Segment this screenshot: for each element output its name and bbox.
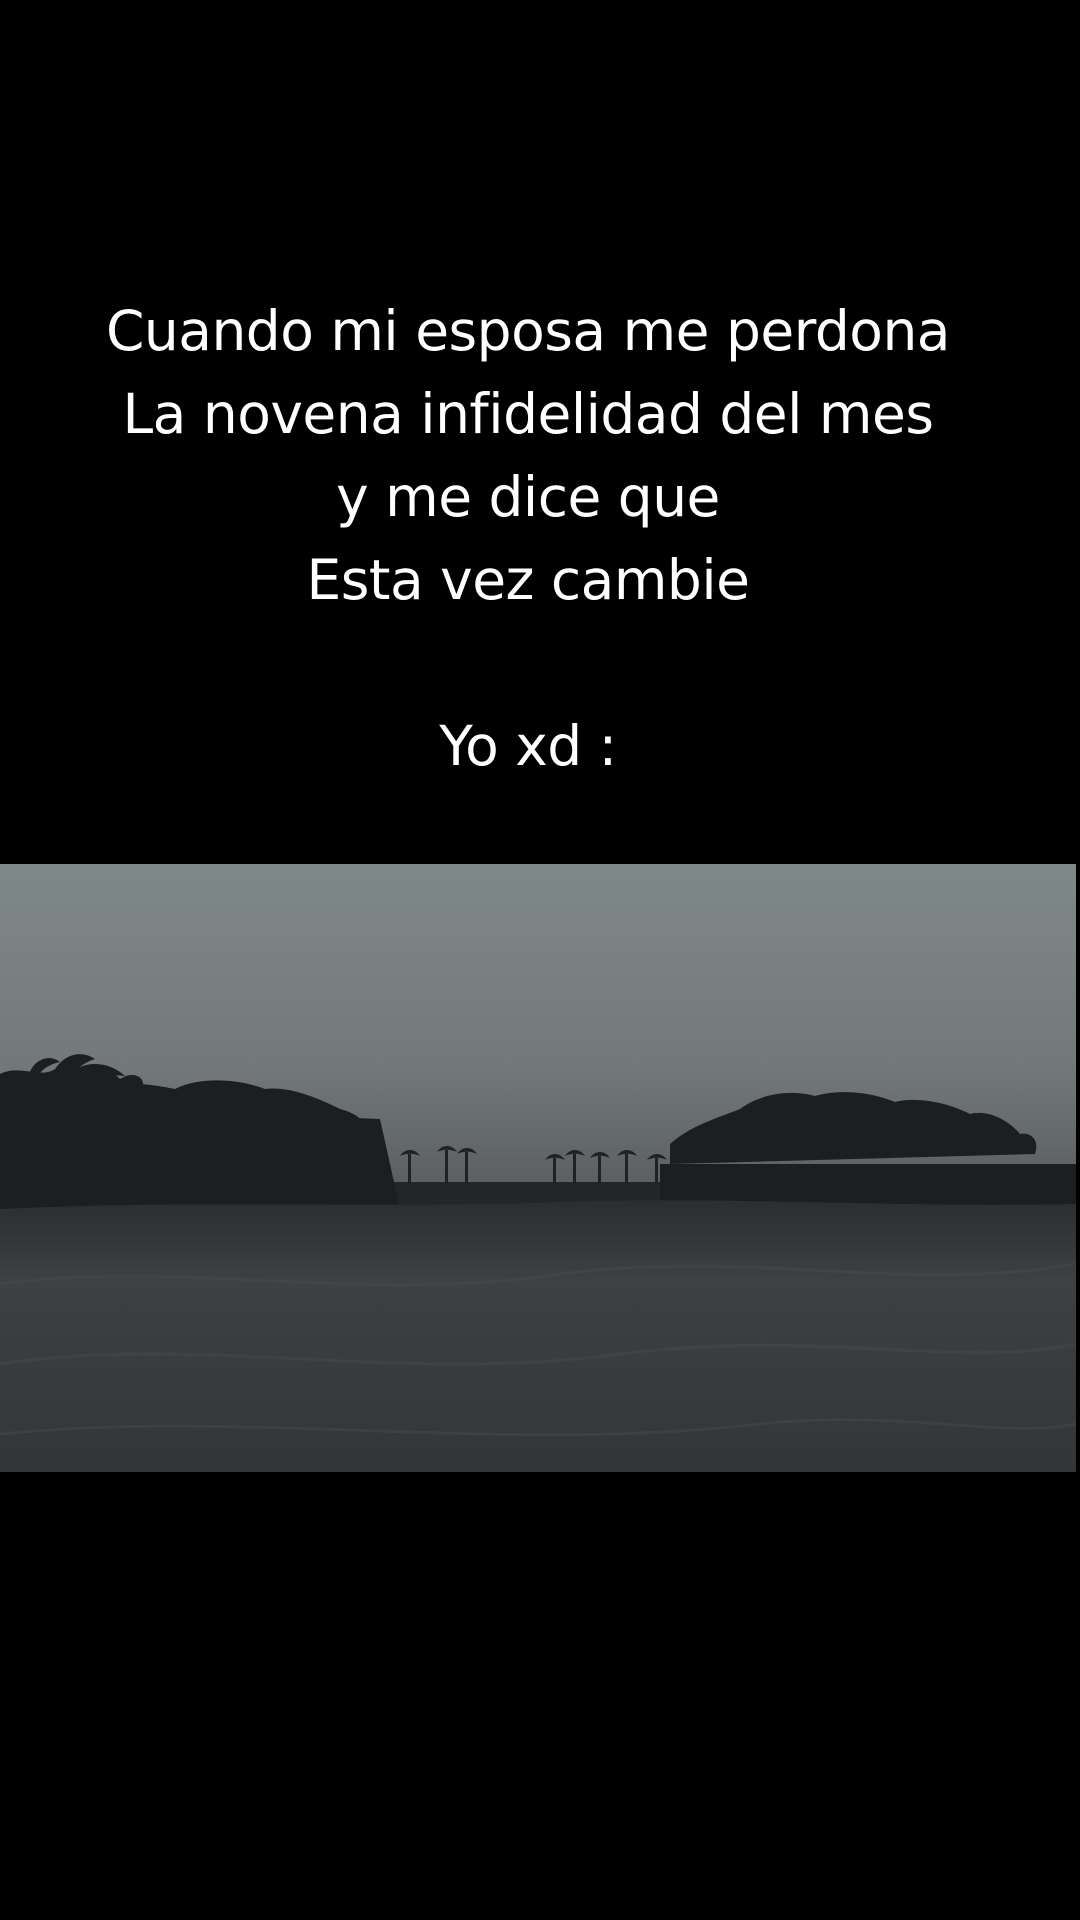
caption-line-1: Cuando mi esposa me perdona [105, 299, 951, 363]
ground [0, 1200, 1076, 1472]
landscape-scene [0, 864, 1076, 1472]
caption-line-5: Yo xd : [439, 714, 617, 778]
caption-line-4: Esta vez cambie [306, 548, 750, 612]
meme-caption: Cuando mi esposa me perdona La novena in… [0, 290, 1056, 788]
caption-line-3: y me dice que [336, 465, 720, 529]
video-frame[interactable] [0, 864, 1076, 1472]
caption-line-2: La novena infidelidad del mes [122, 382, 934, 446]
